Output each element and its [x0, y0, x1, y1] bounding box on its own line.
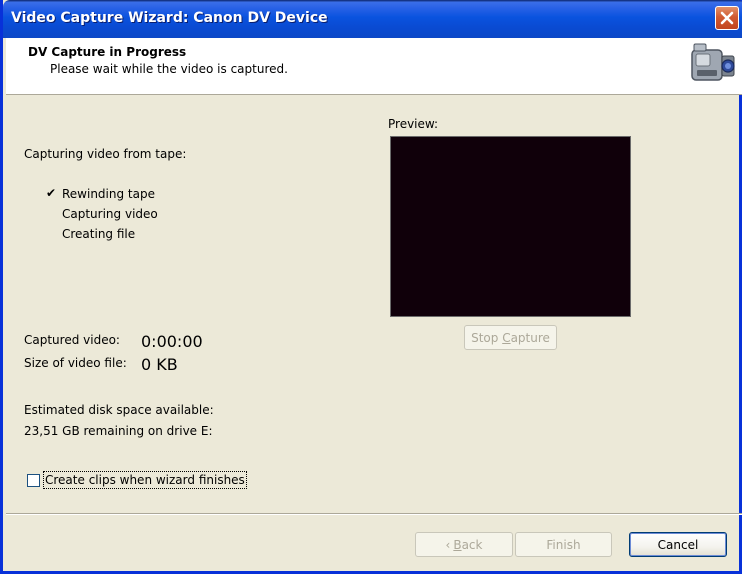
- file-size-value: 0 KB: [141, 355, 178, 374]
- stop-capture-button[interactable]: Stop Capture: [464, 325, 557, 350]
- cancel-button[interactable]: Cancel: [629, 532, 727, 557]
- close-icon: [720, 11, 734, 25]
- stop-capture-suffix: apture: [510, 330, 550, 345]
- progress-heading: Capturing video from tape:: [24, 147, 187, 161]
- file-size-label: Size of video file:: [24, 356, 127, 370]
- stop-capture-mnemonic: C: [502, 330, 511, 345]
- camcorder-icon: [691, 43, 735, 81]
- wizard-header: DV Capture in Progress Please wait while…: [6, 38, 742, 95]
- step-rewinding-tape: Rewinding tape: [62, 187, 155, 201]
- window-title: Video Capture Wizard: Canon DV Device: [11, 10, 328, 26]
- preview-label: Preview:: [388, 117, 439, 131]
- back-mnemonic: B: [453, 537, 462, 552]
- header-title: DV Capture in Progress: [28, 45, 187, 59]
- captured-video-value: 0:00:00: [141, 332, 203, 351]
- finish-label: Finish: [546, 537, 581, 552]
- back-label-rest: ack: [461, 537, 483, 552]
- title-bar[interactable]: Video Capture Wizard: Canon DV Device: [3, 0, 742, 38]
- step-creating-file: Creating file: [62, 227, 136, 241]
- back-arrow: ‹: [445, 537, 451, 552]
- cancel-label: Cancel: [657, 537, 699, 552]
- footer-separator: [6, 513, 742, 515]
- header-subtitle: Please wait while the video is captured.: [50, 62, 288, 76]
- stop-capture-prefix: Stop: [471, 330, 503, 345]
- check-icon: ✔: [46, 186, 57, 200]
- create-clips-checkbox[interactable]: [27, 474, 40, 487]
- create-clips-label-focus[interactable]: Create clips when wizard finishes: [43, 471, 247, 489]
- back-button[interactable]: ‹ Back: [415, 532, 513, 557]
- wizard-window: Video Capture Wizard: Canon DV Device DV…: [0, 0, 742, 574]
- step-capturing-video: Capturing video: [62, 207, 158, 221]
- finish-button[interactable]: Finish: [515, 532, 612, 557]
- disk-space-label: Estimated disk space available:: [24, 403, 214, 417]
- video-preview: [390, 136, 631, 317]
- close-button[interactable]: [715, 6, 739, 30]
- captured-video-label: Captured video:: [24, 333, 120, 347]
- disk-space-value: 23,51 GB remaining on drive E:: [24, 424, 213, 438]
- create-clips-label: Create clips when wizard finishes: [45, 473, 245, 487]
